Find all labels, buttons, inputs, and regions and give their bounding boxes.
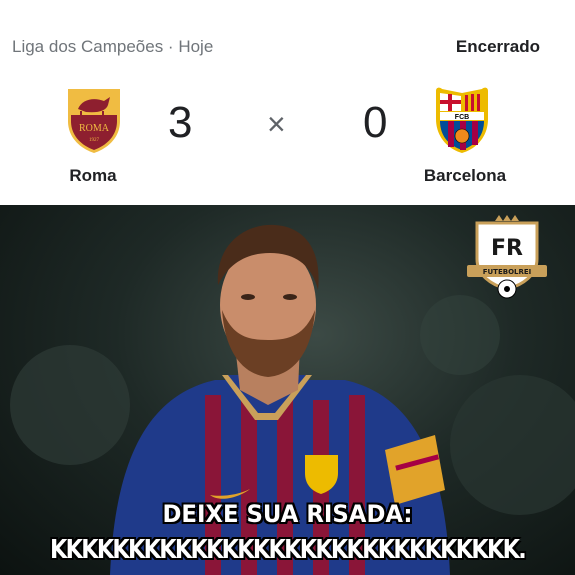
svg-text:1927: 1927 <box>89 138 100 143</box>
competition-label: Liga dos Campeões · Hoje <box>12 37 214 56</box>
futebolrei-watermark-logo: FR FUTEBOLREI <box>465 215 549 299</box>
svg-text:FCB: FCB <box>455 114 469 121</box>
home-team-score: 3 <box>168 98 193 147</box>
away-team-name[interactable]: Barcelona <box>405 166 525 186</box>
meme-caption-line2: KKKKKKKKKKKKKKKKKKKKKKKKKKKKKK. <box>50 535 527 565</box>
svg-text:ROMA: ROMA <box>79 123 110 134</box>
meme-photo: FR FUTEBOLREI DEIXE SUA RISADA: KKKKKKKK… <box>0 205 575 575</box>
home-team-name[interactable]: Roma <box>33 166 153 186</box>
away-team-score: 0 <box>363 98 388 147</box>
score-separator: × <box>267 106 286 142</box>
svg-text:FR: FR <box>491 236 523 261</box>
svg-text:FUTEBOLREI: FUTEBOLREI <box>483 268 532 276</box>
barcelona-crest-icon: FCB <box>432 85 492 155</box>
match-score-card[interactable]: Liga dos Campeões · Hoje Encerrado ROMA … <box>0 0 575 205</box>
roma-crest-icon: ROMA 1927 <box>64 85 124 155</box>
match-status: Encerrado <box>455 37 540 56</box>
meme-caption-line1: DEIXE SUA RISADA: <box>162 500 413 528</box>
